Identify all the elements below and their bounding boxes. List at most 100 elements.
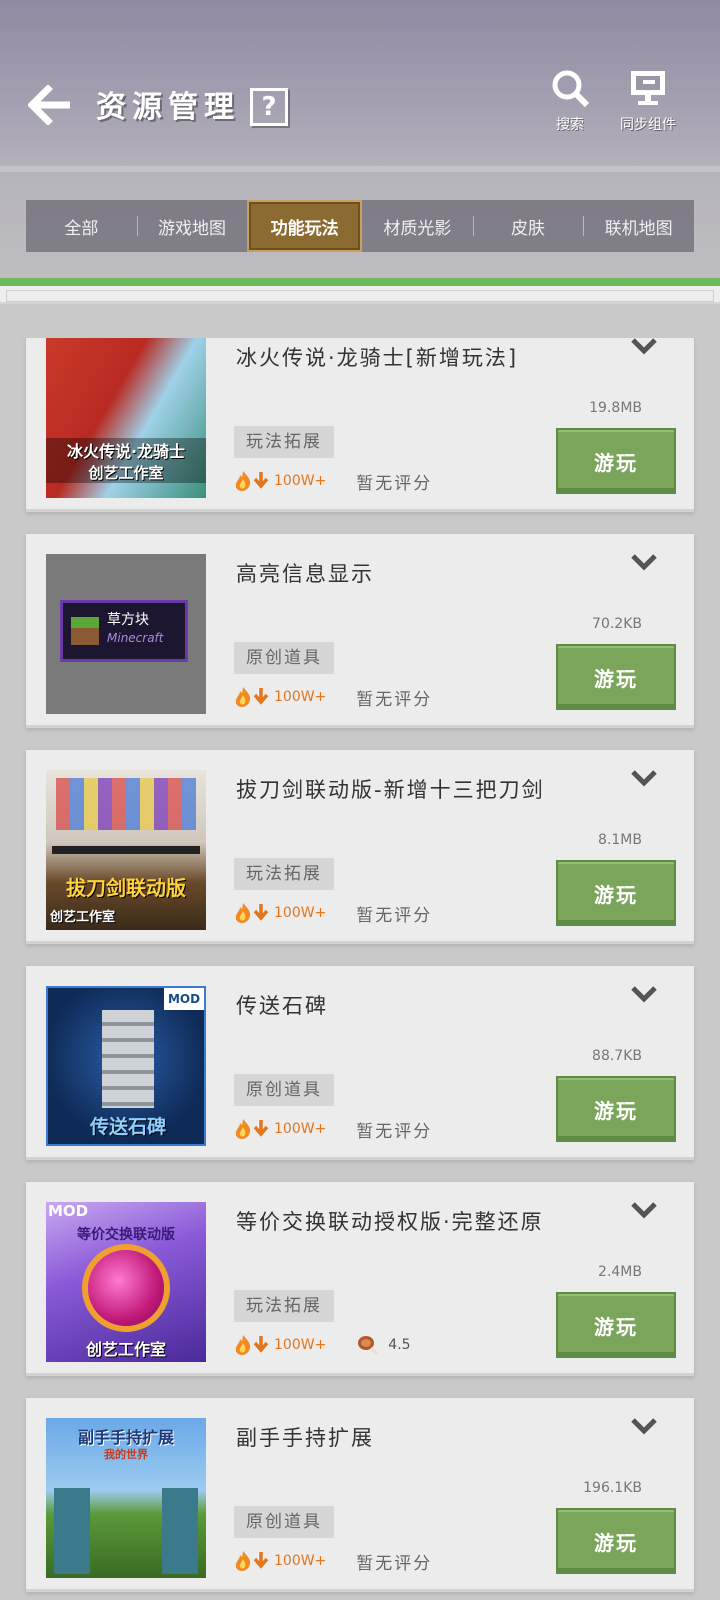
list-item[interactable]: 拔刀剑联动版 创艺工作室 拔刀剑联动版-新增十三把刀剑 8.1MB 玩法拓展 1… bbox=[26, 750, 694, 944]
item-rating: 暂无评分 bbox=[356, 689, 433, 710]
header-divider-green bbox=[0, 278, 720, 286]
item-tag: 原创道具 bbox=[234, 1506, 334, 1538]
item-stats: 100W+ 暂无评分 bbox=[234, 468, 432, 494]
item-stats: 100W+ 暂无评分 bbox=[234, 684, 432, 710]
tab-function-gameplay[interactable]: 功能玩法 bbox=[247, 200, 363, 252]
search-icon bbox=[552, 70, 590, 108]
item-downloads: 100W+ bbox=[274, 1553, 327, 1569]
thumbnail-badge: MOD bbox=[48, 1202, 89, 1220]
fire-download-icon bbox=[235, 471, 269, 491]
item-downloads: 100W+ bbox=[274, 905, 327, 921]
item-tag: 玩法拓展 bbox=[234, 1290, 334, 1322]
item-size: 88.7KB bbox=[592, 1048, 642, 1064]
chevron-down-icon[interactable] bbox=[630, 1200, 658, 1220]
item-title: 高亮信息显示 bbox=[236, 562, 374, 586]
character-right bbox=[162, 1488, 198, 1574]
play-button[interactable]: 游玩 bbox=[556, 1508, 676, 1574]
thumbnail-subcaption: 我的世界 bbox=[104, 1448, 148, 1461]
thumbnail-caption: 冰火传说·龙骑士 bbox=[46, 438, 206, 462]
item-thumbnail: MOD 传送石碑 bbox=[46, 986, 206, 1146]
tab-skins[interactable]: 皮肤 bbox=[472, 200, 584, 252]
play-button[interactable]: 游玩 bbox=[556, 428, 676, 494]
orb-icon bbox=[88, 1250, 164, 1326]
search-button[interactable]: 搜索 bbox=[530, 68, 610, 138]
fire-download-icon bbox=[235, 687, 269, 707]
sync-components-button[interactable]: 同步组件 bbox=[608, 68, 688, 138]
chevron-down-icon[interactable] bbox=[630, 768, 658, 788]
thumbnail-subcaption: 创艺工作室 bbox=[46, 462, 206, 483]
item-thumbnail: 副手手持扩展 我的世界 bbox=[46, 1418, 206, 1578]
header-divider-white bbox=[0, 286, 720, 304]
item-downloads: 100W+ bbox=[274, 1337, 327, 1353]
item-stats: 100W+ 暂无评分 bbox=[234, 1548, 432, 1574]
chevron-down-icon[interactable] bbox=[630, 338, 658, 356]
item-title: 传送石碑 bbox=[236, 994, 328, 1018]
list-item[interactable]: 冰火传说·龙骑士 创艺工作室 冰火传说·龙骑士[新增玩法] 19.8MB 玩法拓… bbox=[26, 338, 694, 512]
item-rating: 暂无评分 bbox=[356, 473, 433, 494]
play-button[interactable]: 游玩 bbox=[556, 860, 676, 926]
item-stats: 100W+ 暂无评分 bbox=[234, 1116, 432, 1142]
header-bar: 资源管理 ? 搜索 同步组件 全部 游戏地图 功能玩法 材质光影 皮肤 联机地图 bbox=[0, 0, 720, 300]
thumbnail-subcaption: Minecraft bbox=[107, 631, 164, 645]
page-title: 资源管理 bbox=[96, 90, 240, 125]
list-item[interactable]: 草方块 Minecraft 高亮信息显示 70.2KB 原创道具 100W+ 暂… bbox=[26, 534, 694, 728]
thumbnail-badge: MOD bbox=[164, 988, 204, 1010]
chevron-down-icon[interactable] bbox=[630, 1416, 658, 1436]
back-arrow-icon bbox=[28, 85, 70, 125]
chevron-down-icon[interactable] bbox=[630, 552, 658, 572]
item-title: 冰火传说·龙骑士[新增玩法] bbox=[236, 346, 519, 370]
thumbnail-caption: 草方块 bbox=[107, 612, 149, 628]
thumbnail-subcaption: 创艺工作室 bbox=[50, 910, 116, 925]
tab-game-maps[interactable]: 游戏地图 bbox=[136, 200, 248, 252]
item-rating: 4.5 bbox=[356, 1334, 411, 1356]
item-thumbnail: 冰火传说·龙骑士 创艺工作室 bbox=[46, 338, 206, 498]
item-title: 副手手持扩展 bbox=[236, 1426, 374, 1450]
thumbnail-caption: 等价交换联动版 bbox=[77, 1227, 175, 1243]
sync-components-icon bbox=[631, 71, 665, 105]
item-downloads: 100W+ bbox=[274, 1121, 327, 1137]
play-button[interactable]: 游玩 bbox=[556, 1292, 676, 1358]
item-rating: 暂无评分 bbox=[356, 905, 433, 926]
header-band bbox=[0, 166, 720, 172]
category-tabs: 全部 游戏地图 功能玩法 材质光影 皮肤 联机地图 bbox=[26, 200, 694, 252]
item-stats: 100W+ 4.5 bbox=[234, 1332, 411, 1358]
fire-download-icon bbox=[235, 1119, 269, 1139]
item-thumbnail: 草方块 Minecraft bbox=[46, 554, 206, 714]
thumbnail-caption: 传送石碑 bbox=[89, 1116, 166, 1138]
item-size: 8.1MB bbox=[598, 832, 642, 848]
character-left bbox=[54, 1488, 90, 1574]
item-thumbnail: MOD 等价交换联动版 创艺工作室 bbox=[46, 1202, 206, 1362]
list-item[interactable]: 副手手持扩展 我的世界 副手手持扩展 196.1KB 原创道具 100W+ 暂无… bbox=[26, 1398, 694, 1592]
item-stats: 100W+ 暂无评分 bbox=[234, 900, 432, 926]
resource-list[interactable]: 冰火传说·龙骑士 创艺工作室 冰火传说·龙骑士[新增玩法] 19.8MB 玩法拓… bbox=[0, 338, 720, 1600]
item-thumbnail: 拔刀剑联动版 创艺工作室 bbox=[46, 770, 206, 930]
help-button[interactable]: ? bbox=[250, 88, 288, 126]
list-item[interactable]: MOD 等价交换联动版 创艺工作室 等价交换联动授权版·完整还原 2.4MB 玩… bbox=[26, 1182, 694, 1376]
item-title: 等价交换联动授权版·完整还原 bbox=[236, 1210, 544, 1234]
item-tag: 原创道具 bbox=[234, 1074, 334, 1106]
fire-download-icon bbox=[235, 1551, 269, 1571]
item-tag: 玩法拓展 bbox=[234, 426, 334, 458]
item-title: 拔刀剑联动版-新增十三把刀剑 bbox=[236, 778, 545, 802]
play-button[interactable]: 游玩 bbox=[556, 644, 676, 710]
item-size: 19.8MB bbox=[589, 400, 642, 416]
item-rating: 暂无评分 bbox=[356, 1553, 433, 1574]
play-button[interactable]: 游玩 bbox=[556, 1076, 676, 1142]
grass-block-icon bbox=[71, 617, 99, 645]
item-rating: 暂无评分 bbox=[356, 1121, 433, 1142]
thumbnail-caption: 副手手持扩展 bbox=[77, 1428, 174, 1447]
chevron-down-icon[interactable] bbox=[630, 984, 658, 1004]
item-downloads: 100W+ bbox=[274, 473, 327, 489]
thumbnail-blade bbox=[52, 846, 200, 854]
tab-textures-shaders[interactable]: 材质光影 bbox=[362, 200, 473, 252]
tab-all[interactable]: 全部 bbox=[26, 200, 137, 252]
list-item[interactable]: MOD 传送石碑 传送石碑 88.7KB 原创道具 100W+ 暂无评分 游玩 bbox=[26, 966, 694, 1160]
meat-rating-icon bbox=[358, 1336, 379, 1356]
tab-multiplayer-maps[interactable]: 联机地图 bbox=[583, 200, 694, 252]
sync-components-label: 同步组件 bbox=[620, 117, 676, 133]
item-downloads: 100W+ bbox=[274, 689, 327, 705]
back-button[interactable] bbox=[26, 82, 74, 128]
item-size: 70.2KB bbox=[592, 616, 642, 632]
item-size: 196.1KB bbox=[583, 1480, 642, 1496]
stele-icon bbox=[102, 1010, 154, 1108]
